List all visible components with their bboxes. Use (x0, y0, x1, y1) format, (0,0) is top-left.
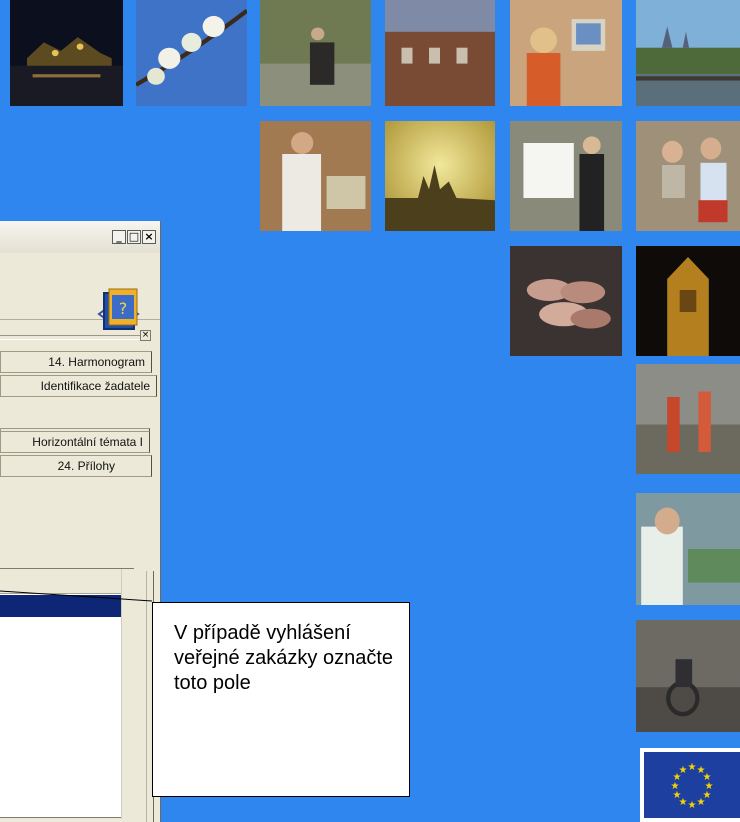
minimize-button[interactable]: _ (112, 230, 126, 244)
data-grid[interactable] (0, 568, 134, 819)
photo-stroller-park (260, 0, 371, 106)
photo-powder-tower (636, 246, 740, 356)
callout-box: V případě vyhlášení veřejné zakázky ozna… (152, 602, 410, 797)
callout-text: V případě vyhlášení veřejné zakázky ozna… (174, 622, 394, 694)
photo-lab-worker (260, 121, 371, 231)
grid-header (0, 569, 121, 594)
photo-night-castle (10, 0, 123, 106)
svg-text:★: ★ (688, 800, 697, 811)
help-book-icon[interactable]: ? (98, 287, 142, 331)
tab-label: Horizontální témata I (32, 435, 143, 449)
tab-harmonogram[interactable]: 14. Harmonogram (0, 351, 152, 373)
selected-row[interactable] (0, 595, 121, 617)
tab-label: 14. Harmonogram (48, 355, 145, 369)
photo-presentation (510, 121, 622, 231)
photo-blossom-branch (136, 0, 247, 106)
tab-label: 24. Přílohy (57, 459, 115, 473)
photo-historic-building (385, 0, 495, 106)
vertical-scrollbar[interactable] (121, 569, 134, 819)
photo-prague-castle-river (636, 0, 740, 106)
tab-prilohy[interactable]: 24. Přílohy (0, 455, 152, 477)
photo-wheelchair-street (636, 620, 740, 732)
photo-office-computer (510, 0, 622, 106)
photo-dentist (636, 493, 740, 605)
photo-students (636, 121, 740, 231)
eu-flag-icon: ★ ★ ★ ★ ★ ★ ★ ★ ★ ★ ★ ★ (640, 748, 740, 822)
svg-text:★: ★ (697, 797, 706, 808)
maximize-button[interactable]: □ (127, 230, 141, 244)
tab-identifikace-zadatele[interactable]: Identifikace žadatele (0, 375, 157, 397)
close-button[interactable]: × (142, 230, 156, 244)
photo-construction-workers (636, 364, 740, 474)
svg-text:?: ? (119, 299, 128, 318)
tab-horizontalni-temata-1[interactable]: Horizontální témata I (0, 431, 150, 453)
svg-text:★: ★ (688, 762, 697, 773)
tab-label: Identifikace žadatele (40, 379, 150, 393)
photo-coins (510, 246, 622, 356)
window-titlebar: _ □ × (0, 221, 160, 254)
svg-text:★: ★ (679, 765, 688, 776)
photo-sunset-castle (385, 121, 495, 231)
